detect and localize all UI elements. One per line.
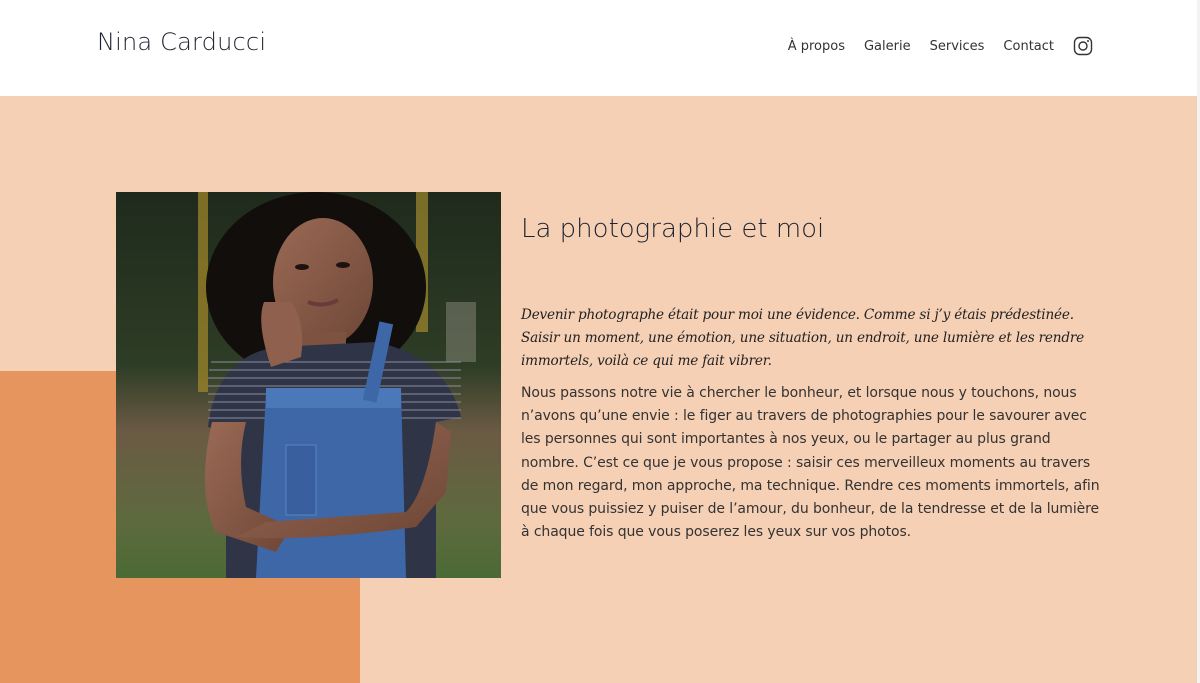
- nav-link-services[interactable]: Services: [930, 39, 985, 54]
- portrait-photo: [116, 192, 501, 578]
- about-section: La photographie et moi Devenir photograp…: [0, 96, 1197, 683]
- nav-link-galerie[interactable]: Galerie: [864, 39, 911, 54]
- nav-link-contact[interactable]: Contact: [1003, 39, 1054, 54]
- section-title: La photographie et moi: [521, 214, 825, 244]
- site-header: Nina Carducci À propos Galerie Services …: [0, 0, 1197, 96]
- instagram-icon[interactable]: [1073, 36, 1093, 56]
- about-body-text: Nous passons notre vie à chercher le bon…: [521, 385, 1100, 541]
- main-nav: À propos Galerie Services Contact: [788, 36, 1093, 56]
- about-content: La photographie et moi Devenir photograp…: [521, 214, 1111, 544]
- intro-quote: Devenir photographe était pour moi une é…: [521, 307, 1084, 369]
- nav-link-a-propos[interactable]: À propos: [788, 39, 845, 54]
- brand-title[interactable]: Nina Carducci: [97, 28, 266, 56]
